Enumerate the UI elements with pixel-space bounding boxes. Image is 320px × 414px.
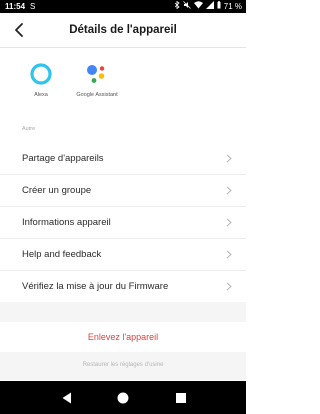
menu-item-firmware-update[interactable]: Vérifiez la mise à jour du Firmware (0, 271, 246, 303)
remove-device-button[interactable]: Enlevez l'appareil (0, 322, 246, 352)
back-triangle-icon[interactable] (60, 391, 74, 405)
google-assistant-service[interactable]: Google Assistant (76, 56, 118, 99)
chevron-right-icon (226, 154, 232, 163)
google-assistant-icon (87, 65, 105, 83)
menu-item-label: Informations appareil (22, 217, 111, 228)
settings-menu: Partage d'appareils Créer un groupe Info… (0, 143, 246, 303)
status-bar: 11:54 S 71 % (0, 0, 246, 13)
alexa-icon (30, 63, 52, 85)
alexa-service[interactable]: Alexa (20, 56, 62, 99)
page-title: Détails de l'appareil (69, 24, 177, 36)
mute-icon (182, 0, 191, 13)
android-nav-bar (0, 381, 246, 414)
recent-square-icon[interactable] (174, 391, 188, 405)
chevron-right-icon (226, 250, 232, 259)
wifi-icon (193, 0, 203, 13)
menu-item-device-info[interactable]: Informations appareil (0, 207, 246, 239)
app-header: Détails de l'appareil (0, 13, 246, 48)
status-time: 11:54 (5, 2, 26, 11)
menu-item-label: Vérifiez la mise à jour du Firmware (22, 281, 169, 292)
third-party-services: Alexa Google Assistant (0, 48, 246, 120)
menu-item-create-group[interactable]: Créer un groupe (0, 175, 246, 207)
menu-item-label: Help and feedback (22, 249, 102, 260)
menu-item-label: Créer un groupe (22, 185, 92, 196)
alexa-label: Alexa (34, 92, 48, 98)
app-notification-indicator: S (30, 2, 36, 11)
status-icons: 71 % (174, 0, 242, 13)
section-label-other: Autre (22, 126, 36, 132)
menu-item-help-feedback[interactable]: Help and feedback (0, 239, 246, 271)
bluetooth-icon (174, 0, 180, 13)
battery-icon (217, 0, 221, 13)
menu-item-label: Partage d'appareils (22, 153, 104, 164)
chevron-right-icon (226, 218, 232, 227)
home-circle-icon[interactable] (116, 391, 130, 405)
signal-icon (205, 0, 214, 13)
chevron-right-icon (226, 186, 232, 195)
chevron-right-icon (226, 282, 232, 291)
factory-reset-link[interactable]: Restaurer les réglages d'usine (0, 358, 246, 372)
google-assistant-label: Google Assistant (76, 92, 118, 98)
menu-item-share-devices[interactable]: Partage d'appareils (0, 143, 246, 175)
battery-percent: 71 % (223, 2, 242, 11)
